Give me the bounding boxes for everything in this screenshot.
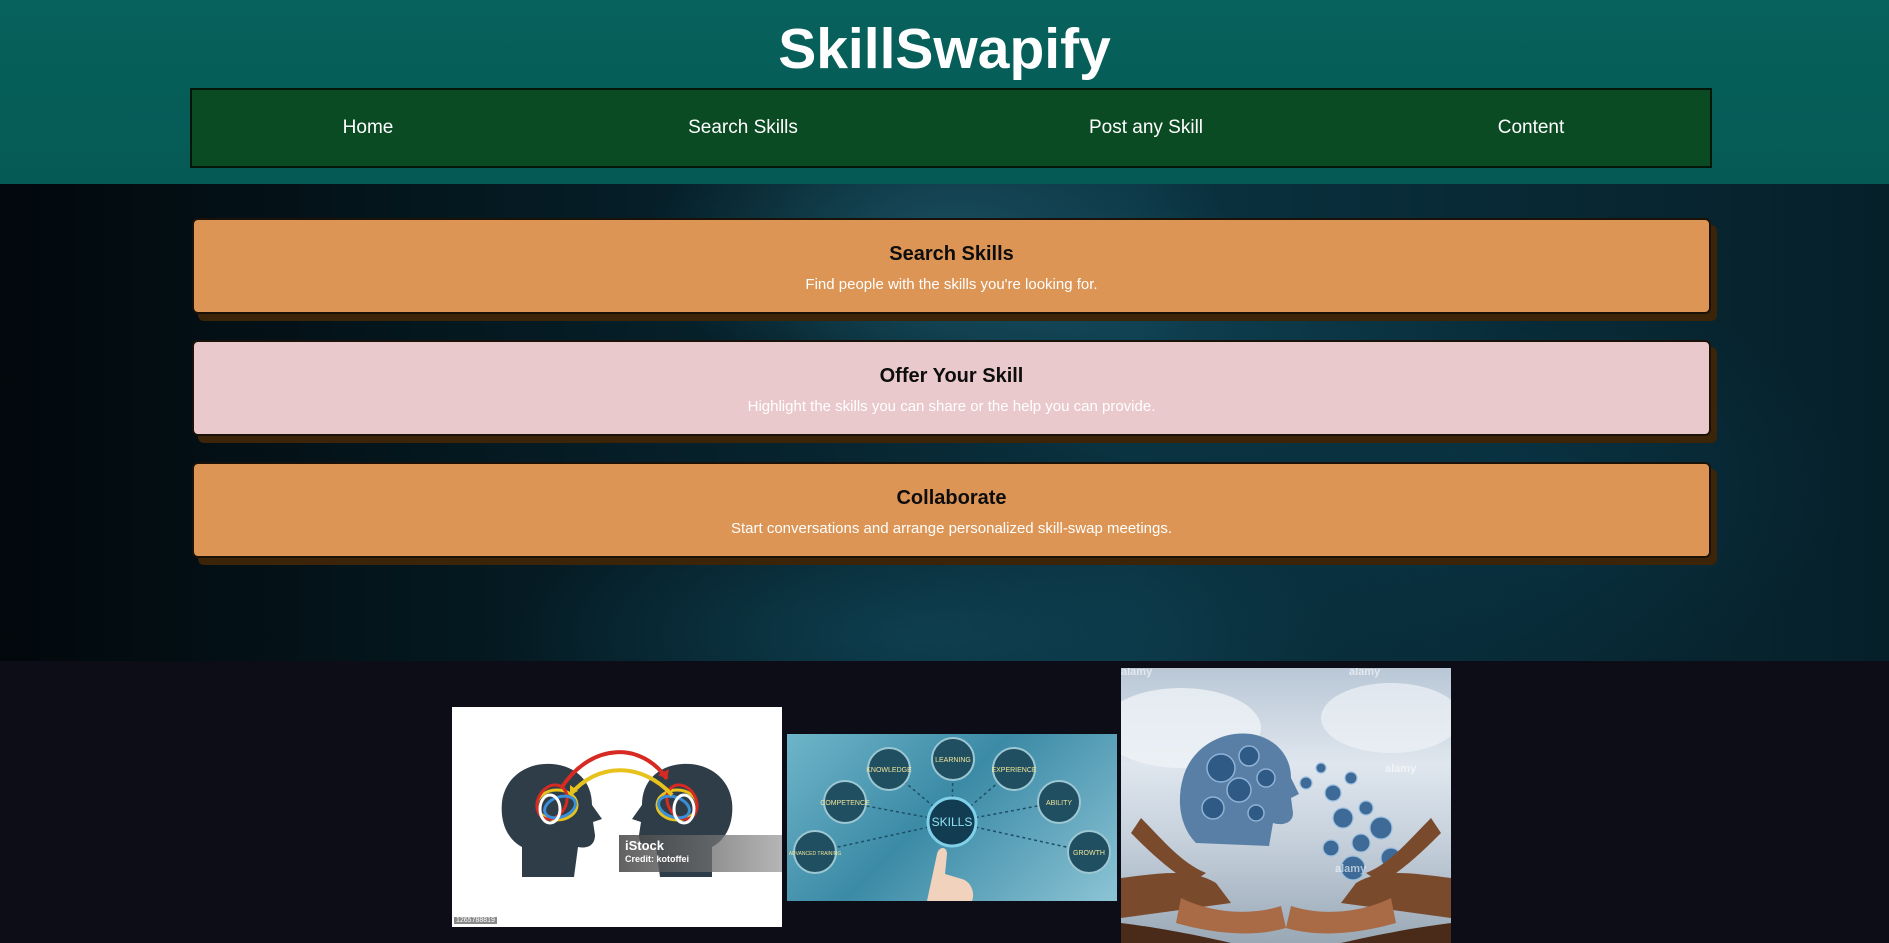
alamy-watermark: alamy: [1121, 668, 1153, 678]
istock-watermark: iStock Credit: kotoffei: [619, 835, 782, 872]
card-description: Start conversations and arrange personal…: [730, 520, 1173, 537]
gallery-image-skills-network: KNOWLEDGE LEARNING EXPERIENCE COMPETENCE…: [787, 734, 1117, 901]
gear-heads-illustration: [1121, 683, 1451, 943]
gallery-image-gear-heads: alamy alamy alamy alamy: [1121, 668, 1451, 943]
istock-brand: iStock: [625, 838, 665, 853]
bubble-label: ABILITY: [1046, 800, 1072, 807]
feature-card-collaborate[interactable]: Collaborate Start conversations and arra…: [192, 462, 1711, 558]
heads-exchange-illustration: [501, 750, 733, 877]
alamy-watermark: alamy: [1335, 863, 1367, 875]
bubble-label: EXPERIENCE: [991, 767, 1036, 774]
bubble-label: GROWTH: [1073, 850, 1105, 857]
skills-center-label: SKILLS: [932, 815, 973, 829]
card-title: Search Skills: [889, 243, 1014, 265]
gallery-image-heads-exchange: iStock Credit: kotoffei 1265788819: [452, 707, 782, 927]
card-title: Offer Your Skill: [879, 365, 1024, 387]
nav-content-link[interactable]: Content: [1498, 116, 1565, 140]
card-description: Highlight the skills you can share or th…: [747, 398, 1156, 415]
alamy-watermark: alamy: [1385, 763, 1417, 775]
stock-id-label: 1265788819: [454, 917, 497, 924]
card-description: Find people with the skills you're looki…: [805, 276, 1098, 293]
main-nav: Home Search Skills Post any Skill Conten…: [190, 88, 1712, 168]
istock-credit: Credit: kotoffei: [625, 854, 689, 864]
alamy-watermark: alamy: [1349, 668, 1381, 678]
feature-card-search-skills[interactable]: Search Skills Find people with the skill…: [192, 218, 1711, 314]
site-title: SkillSwapify: [778, 17, 1111, 81]
site-header: SkillSwapify Home Search Skills Post any…: [0, 0, 1889, 184]
bubble-label: COMPETENCE: [820, 800, 870, 807]
bubble-label: KNOWLEDGE: [866, 767, 912, 774]
card-title: Collaborate: [896, 487, 1007, 509]
nav-post-skill-link[interactable]: Post any Skill: [1089, 116, 1203, 140]
nav-search-skills-link[interactable]: Search Skills: [688, 116, 798, 140]
nav-home-link[interactable]: Home: [343, 116, 394, 140]
feature-card-offer-skill[interactable]: Offer Your Skill Highlight the skills yo…: [192, 340, 1711, 436]
skills-network-illustration: KNOWLEDGE LEARNING EXPERIENCE COMPETENCE…: [789, 737, 1111, 901]
bubble-label: ADVANCED TRAINING: [789, 851, 842, 857]
bubble-label: LEARNING: [935, 757, 971, 764]
